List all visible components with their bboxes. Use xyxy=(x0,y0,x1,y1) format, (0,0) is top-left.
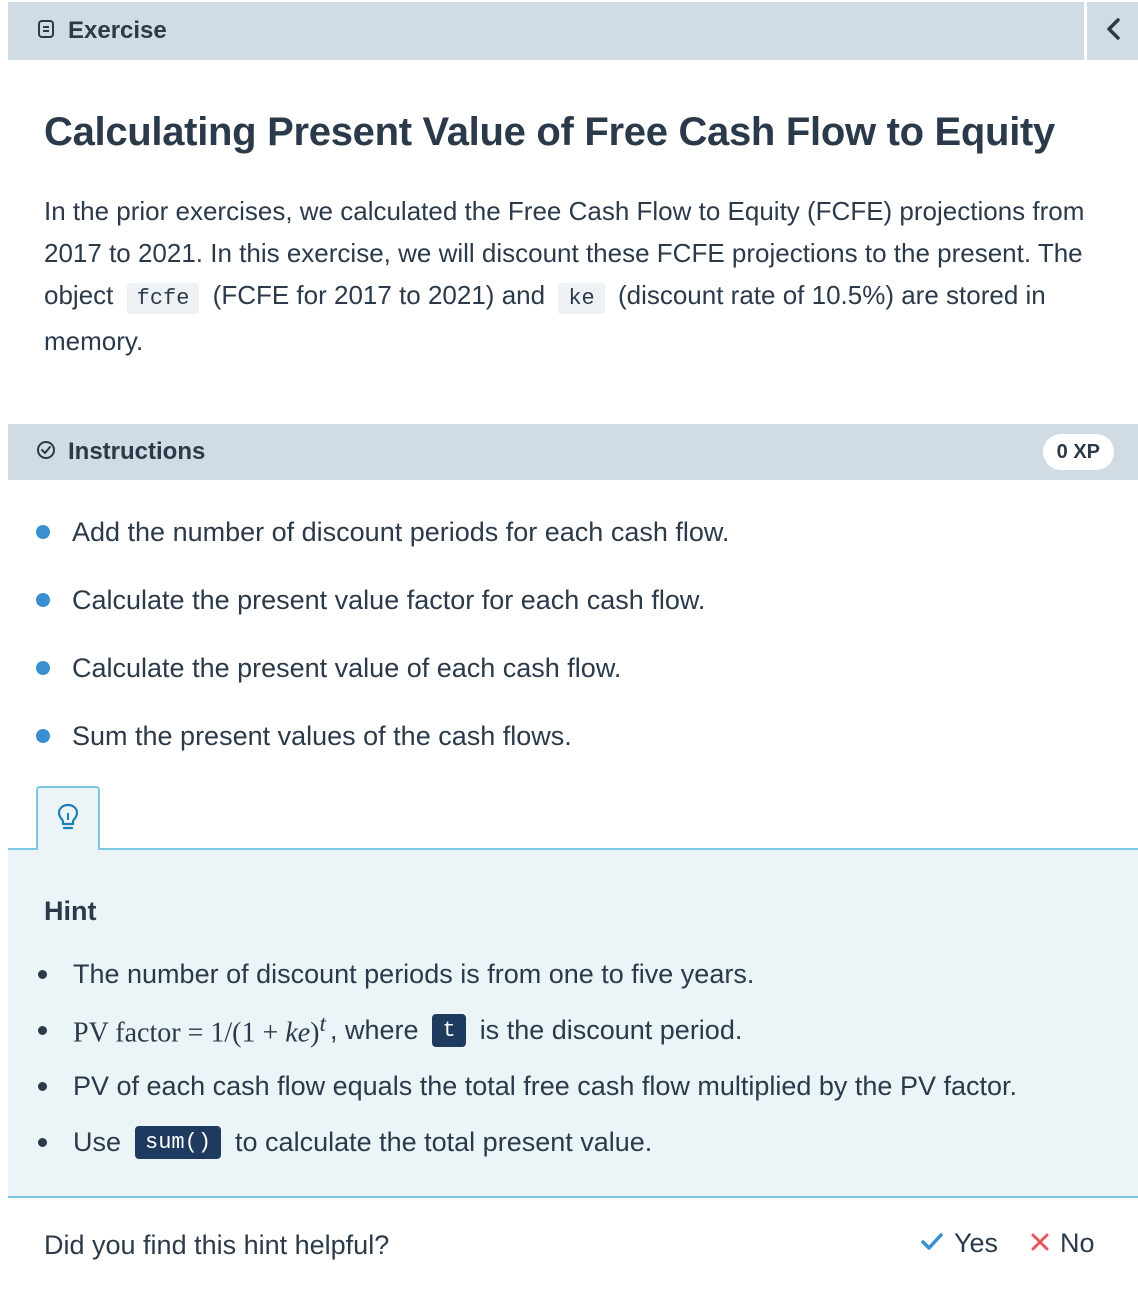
instruction-text: Calculate the present value of each cash… xyxy=(72,652,622,683)
hint-text: , where xyxy=(329,1014,419,1045)
exercise-header: Exercise xyxy=(8,2,1084,60)
code-sum: sum() xyxy=(135,1125,222,1159)
hint-item: PV factor = 1/(1 + ke)t , where t is the… xyxy=(38,1006,1017,1054)
code-ke: ke xyxy=(558,283,605,314)
bullet-dot xyxy=(38,1081,47,1091)
document-icon xyxy=(36,19,56,44)
exercise-title: Calculating Present Value of Free Cash F… xyxy=(44,110,1055,154)
formula-part: PV factor = 1/(1 + xyxy=(73,1017,286,1049)
hint-list: The number of discount periods is from o… xyxy=(38,950,1017,1174)
code-fcfe: fcfe xyxy=(126,283,200,314)
instruction-step: Sum the present values of the cash flows… xyxy=(36,716,729,756)
bullet-dot xyxy=(36,525,50,539)
bullet-dot xyxy=(36,593,50,607)
instruction-step: Calculate the present value of each cash… xyxy=(36,648,729,688)
check-circle-icon xyxy=(36,440,56,465)
intro-text-2: (FCFE for 2017 to 2021) and xyxy=(212,280,546,310)
hint-item: The number of discount periods is from o… xyxy=(38,950,1017,998)
hint-text: Use xyxy=(73,1126,122,1157)
yes-button[interactable]: Yes xyxy=(920,1228,998,1259)
hint-panel: Hint The number of discount periods is f… xyxy=(8,848,1138,1198)
feedback-question: Did you find this hint helpful? xyxy=(44,1230,390,1260)
instruction-text: Add the number of discount periods for e… xyxy=(72,516,730,547)
instructions-header: Instructions 0 XP xyxy=(8,424,1138,480)
hint-item: PV of each cash flow equals the total fr… xyxy=(38,1062,1017,1110)
instructions-label: Instructions xyxy=(68,438,206,465)
bullet-dot xyxy=(38,969,47,979)
no-label: No xyxy=(1060,1228,1095,1258)
bullet-dot xyxy=(38,1137,47,1147)
pv-factor-formula: PV factor = 1/(1 + ke)t xyxy=(73,1011,326,1049)
instruction-step: Calculate the present value factor for e… xyxy=(36,580,729,620)
hint-tab-button[interactable] xyxy=(36,786,100,850)
xp-badge: 0 XP xyxy=(1042,434,1114,470)
hint-feedback: Did you find this hint helpful? Yes No xyxy=(8,1200,1138,1300)
chevron-left-icon xyxy=(1104,17,1122,46)
exercise-description: In the prior exercises, we calculated th… xyxy=(44,190,1114,362)
collapse-button[interactable] xyxy=(1087,2,1138,60)
instruction-text: Sum the present values of the cash flows… xyxy=(72,720,572,751)
close-icon xyxy=(1030,1228,1060,1259)
bullet-dot xyxy=(38,1025,47,1035)
hint-text: is the discount period. xyxy=(479,1014,743,1045)
bullet-dot xyxy=(36,661,50,675)
instruction-step: Add the number of discount periods for e… xyxy=(36,512,729,552)
hint-text: The number of discount periods is from o… xyxy=(73,958,755,989)
formula-ke: ke xyxy=(285,1017,311,1049)
formula-exponent: t xyxy=(319,1010,326,1037)
hint-title: Hint xyxy=(44,896,97,926)
instruction-text: Calculate the present value factor for e… xyxy=(72,584,706,615)
checkmark-icon xyxy=(920,1228,954,1259)
hint-item: Use sum() to calculate the total present… xyxy=(38,1118,1017,1166)
yes-label: Yes xyxy=(954,1228,999,1258)
instruction-list: Add the number of discount periods for e… xyxy=(36,512,729,784)
lightbulb-icon xyxy=(55,802,81,837)
code-t: t xyxy=(432,1013,466,1047)
hint-text: PV of each cash flow equals the total fr… xyxy=(73,1070,1018,1101)
hint-text: to calculate the total present value. xyxy=(235,1126,653,1157)
exercise-label: Exercise xyxy=(68,17,167,44)
no-button[interactable]: No xyxy=(1030,1228,1095,1259)
bullet-dot xyxy=(36,729,50,743)
